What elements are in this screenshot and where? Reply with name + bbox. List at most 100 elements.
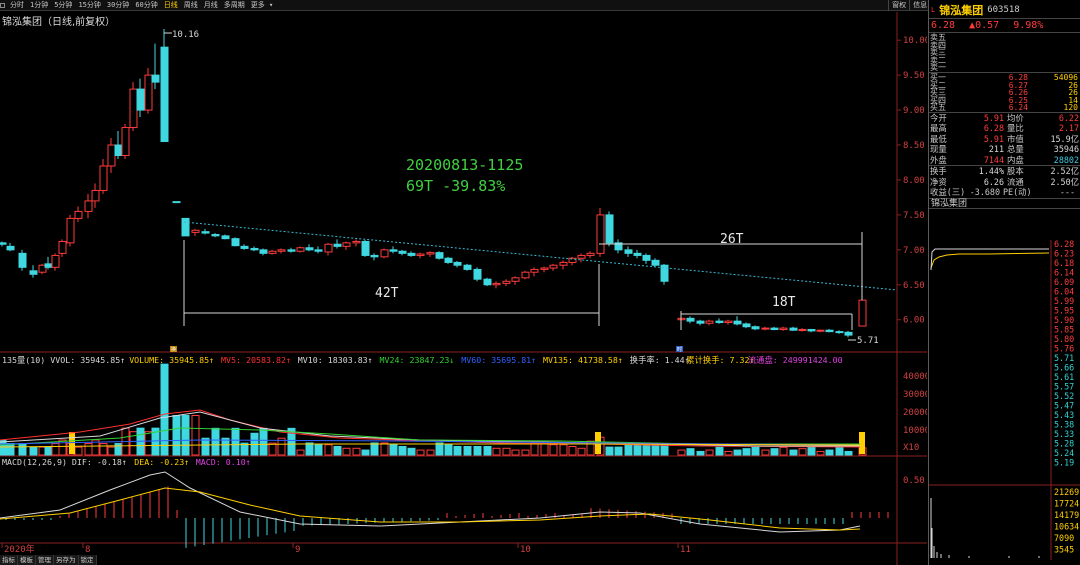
volume-bar-79 [724, 450, 733, 456]
candle-body-53 [473, 268, 482, 280]
volume-bar-45 [398, 446, 407, 456]
ask-row-4-pr [980, 64, 1028, 72]
candle-body-67 [605, 214, 614, 244]
bid-row-3: 买四 6.25 14 [929, 96, 1080, 105]
period-tab-5[interactable]: 60分钟 [132, 0, 160, 11]
candle-body-52 [463, 264, 472, 270]
volume-bar-49 [435, 442, 444, 456]
candle-body-28 [240, 245, 249, 249]
ask-row-1: 卖四 [929, 41, 1080, 50]
ask-row-4-lb: 卖一 [930, 63, 946, 73]
candle-body-89 [816, 329, 825, 332]
bid-row-4-vl: 120 [1063, 103, 1078, 113]
candle-body-23 [191, 229, 200, 233]
toolbar-button-1[interactable]: 信息 [909, 0, 930, 11]
intraday-mini-chart[interactable]: 6.286.236.186.146.096.045.995.955.905.85… [929, 240, 1080, 565]
mini-price-label-7: 5.95 [1054, 306, 1074, 316]
candle-body-3 [29, 270, 38, 275]
volume-bar-59 [530, 442, 539, 456]
volume-bar-52 [463, 446, 472, 456]
bottom-tab-2[interactable]: 管理 [36, 555, 54, 565]
period-tab-0[interactable]: 分时 [7, 0, 27, 11]
candle-body-34 [296, 247, 305, 252]
candle-body-66 [596, 214, 605, 254]
ask-row-2-vl [1028, 49, 1078, 57]
mini-price-label-22: 5.24 [1054, 448, 1074, 458]
bottom-tabs: 指标 模板 管理 另存为 锁定 [0, 555, 97, 565]
candle-body-78 [715, 320, 724, 324]
mini-price-label-9: 5.85 [1054, 325, 1074, 335]
volume-bar-56 [502, 447, 511, 456]
candle-body-15 [121, 127, 130, 156]
toolbar-button-0[interactable]: 窗权 [888, 0, 909, 11]
volume-bar-74 [677, 449, 686, 456]
candle-body-61 [549, 264, 558, 269]
period-tab-7[interactable]: 周线 [181, 0, 201, 11]
stat2-l1: 换手 [930, 166, 947, 177]
candle-body-48 [426, 252, 435, 255]
candle-body-39 [342, 242, 351, 247]
macd-legend-2: MACD: 0.10↑ [196, 457, 251, 467]
candle-body-14 [114, 144, 123, 156]
stock-name[interactable]: 锦泓集团 [939, 2, 983, 18]
period-tab-9[interactable]: 多周期 [221, 0, 248, 11]
volume-bar-38 [333, 446, 342, 456]
volume-bar-30 [259, 427, 268, 456]
pe-value: --- [1059, 187, 1075, 198]
mini-price-label-17: 5.47 [1054, 401, 1074, 411]
candle-body-76 [696, 320, 705, 324]
mini-price-label-20: 5.33 [1054, 429, 1074, 439]
candle-body-42 [370, 254, 379, 258]
stat-l1: 今开 [930, 112, 947, 123]
ask-row-4-vl [1028, 64, 1078, 72]
mini-price-label-5: 6.04 [1054, 287, 1074, 297]
bottom-tab-3[interactable]: 另存为 [54, 555, 79, 565]
volume-bar-88 [807, 446, 816, 456]
period-tab-8[interactable]: 月线 [201, 0, 221, 11]
stat-v1: 6.28 [983, 123, 1004, 134]
pe-row: 收益(三) -3.680 PE(动) --- [929, 187, 1080, 198]
period-tab-6[interactable]: 日线 [161, 0, 181, 11]
kline-chart[interactable]: 10.16 5.71 20200813-1125 69T -39.83% 42T 26T 1… [0, 12, 927, 565]
mini-price-label-8: 5.90 [1054, 315, 1074, 325]
quote-header: L 锦泓集团 603518 [929, 1, 1080, 19]
period-tab-4[interactable]: 30分钟 [104, 0, 132, 11]
candle-body-46 [407, 252, 416, 256]
volume-bar-34 [296, 449, 305, 456]
mini-price-label-2: 6.18 [1054, 258, 1074, 268]
mini-price-label-6: 5.99 [1054, 296, 1074, 306]
period-tab-3[interactable]: 15分钟 [75, 0, 103, 11]
date-axis-label-1: 8 [85, 545, 90, 555]
candle-body-43 [380, 249, 389, 258]
bottom-tab-4[interactable]: 锁定 [78, 555, 97, 565]
stat2-row-1: 净资 6.26 流通 2.50亿 [929, 177, 1080, 188]
period-tab-2[interactable]: 5分钟 [51, 0, 75, 11]
volume-bar-76 [696, 450, 705, 456]
volume-bar-48 [426, 449, 435, 456]
stat2-row-0: 换手 1.44% 股本 2.52亿 [929, 166, 1080, 177]
vol-legend-7: 换手率: 1.44↑ [630, 355, 690, 365]
mini-avg-line [930, 252, 1050, 269]
price-axis-label-3: 8.50 [903, 141, 925, 151]
volume-bar-6 [51, 443, 60, 456]
candle-body-32 [277, 249, 286, 252]
stat-l2: 量比 [1007, 123, 1024, 134]
candle-body-64 [577, 254, 586, 259]
vol-axis-label-2: 20000 [903, 408, 927, 418]
volume-bar-5 [44, 446, 53, 456]
candle-body-71 [642, 254, 651, 261]
eps-value: -3.680 [969, 187, 1000, 198]
candle-body-25 [211, 233, 220, 237]
period-tab-10[interactable]: 更多 ▾ [248, 0, 276, 11]
volume-bar-2 [18, 443, 27, 456]
label-18t: 18T [772, 295, 796, 310]
bottom-tab-0[interactable]: 指标 [0, 555, 18, 565]
macd-legend-1: DEA: -0.23↑ [134, 457, 189, 467]
period-tab-1[interactable]: 1分钟 [27, 0, 51, 11]
candle-body-5 [44, 263, 53, 268]
mini-price-label-14: 5.61 [1054, 372, 1074, 382]
bid-row-1: 买二 6.27 26 [929, 81, 1080, 90]
candle-body-54 [483, 278, 492, 286]
bottom-tab-1[interactable]: 模板 [18, 555, 36, 565]
mini-price-label-23: 5.19 [1054, 458, 1074, 468]
